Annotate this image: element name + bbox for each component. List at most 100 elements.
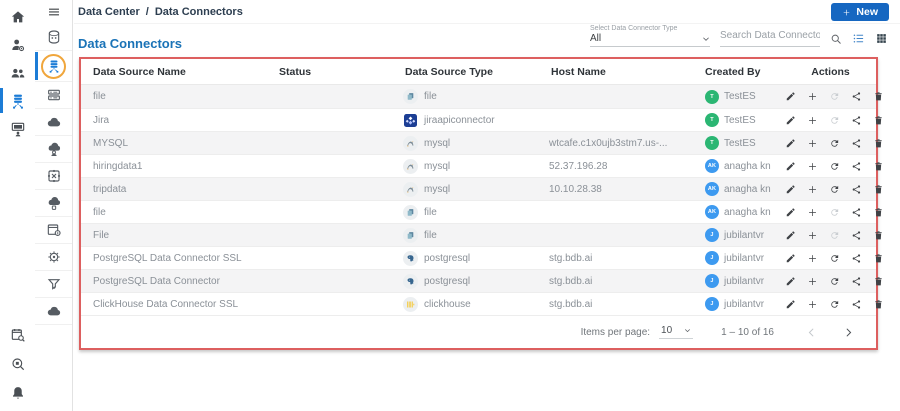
rail-item-cloud-service[interactable] bbox=[35, 109, 72, 136]
delete-icon[interactable] bbox=[873, 299, 884, 310]
sidebar-item-user-settings[interactable] bbox=[0, 34, 35, 55]
connector-type-select-label: Select Data Connector Type bbox=[590, 25, 678, 32]
refresh-icon[interactable] bbox=[829, 230, 840, 241]
share-icon[interactable] bbox=[851, 91, 862, 102]
share-icon[interactable] bbox=[851, 230, 862, 241]
data-connectors-table: Data Source Name Status Data Source Type… bbox=[79, 57, 878, 350]
sidebar-item-home[interactable] bbox=[0, 6, 35, 27]
edit-icon[interactable] bbox=[785, 253, 796, 264]
delete-icon[interactable] bbox=[873, 184, 884, 195]
refresh-icon[interactable] bbox=[829, 91, 840, 102]
breadcrumb-data-center[interactable]: Data Center bbox=[78, 6, 140, 18]
delete-icon[interactable] bbox=[873, 276, 884, 287]
delete-icon[interactable] bbox=[873, 161, 884, 172]
breadcrumb-data-connectors[interactable]: Data Connectors bbox=[155, 6, 243, 18]
table-row[interactable]: PostgreSQL Data Connector postgresql stg… bbox=[81, 269, 876, 292]
refresh-icon[interactable] bbox=[829, 161, 840, 172]
rail-item-data-pipelines[interactable] bbox=[35, 271, 72, 298]
delete-icon[interactable] bbox=[873, 230, 884, 241]
edit-icon[interactable] bbox=[785, 230, 796, 241]
list-view-icon[interactable] bbox=[852, 32, 865, 45]
edit-icon[interactable] bbox=[785, 207, 796, 218]
sidebar-item-audit-log[interactable] bbox=[0, 324, 35, 345]
add-icon[interactable] bbox=[807, 299, 818, 310]
refresh-icon[interactable] bbox=[829, 253, 840, 264]
share-icon[interactable] bbox=[851, 161, 862, 172]
rail-item-api-connectors[interactable] bbox=[35, 163, 72, 190]
refresh-icon[interactable] bbox=[829, 299, 840, 310]
rail-item-data-connectors[interactable] bbox=[35, 51, 72, 82]
delete-icon[interactable] bbox=[873, 207, 884, 218]
refresh-icon[interactable] bbox=[829, 276, 840, 287]
share-icon[interactable] bbox=[851, 138, 862, 149]
add-icon[interactable] bbox=[807, 184, 818, 195]
rail-item-data-sets[interactable] bbox=[35, 82, 72, 109]
db-face-icon bbox=[46, 29, 62, 45]
edit-icon[interactable] bbox=[785, 91, 796, 102]
table-row[interactable]: hiringdata1 mysql 52.37.196.28 AK anagha… bbox=[81, 154, 876, 177]
delete-icon[interactable] bbox=[873, 115, 884, 126]
table-row[interactable]: file file AK anagha kn bbox=[81, 200, 876, 223]
add-icon[interactable] bbox=[807, 253, 818, 264]
edit-icon[interactable] bbox=[785, 138, 796, 149]
rail-item-data-stores[interactable] bbox=[35, 24, 72, 51]
share-icon[interactable] bbox=[851, 115, 862, 126]
rail-item-cloud-storage[interactable] bbox=[35, 190, 72, 217]
row-actions bbox=[785, 207, 894, 218]
table-row[interactable]: MYSQL mysql wtcafe.c1x0ujb3stm7.us-... T… bbox=[81, 131, 876, 154]
rail-item-scheduler[interactable] bbox=[35, 217, 72, 244]
table-row[interactable]: tripdata mysql 10.10.28.38 AK anagha kn bbox=[81, 177, 876, 200]
share-icon[interactable] bbox=[851, 276, 862, 287]
edit-icon[interactable] bbox=[785, 299, 796, 310]
edit-icon[interactable] bbox=[785, 115, 796, 126]
share-icon[interactable] bbox=[851, 299, 862, 310]
add-icon[interactable] bbox=[807, 230, 818, 241]
grid-view-icon[interactable] bbox=[875, 32, 888, 45]
table-row[interactable]: File file J jubilantvr bbox=[81, 223, 876, 246]
share-icon[interactable] bbox=[851, 207, 862, 218]
sidebar-item-notifications[interactable] bbox=[0, 382, 35, 403]
rail-item-automation[interactable] bbox=[35, 244, 72, 271]
add-icon[interactable] bbox=[807, 115, 818, 126]
rail-item-cloud-users[interactable] bbox=[35, 136, 72, 163]
created-by-name: jubilantvr bbox=[724, 252, 765, 264]
sidebar-item-user-groups[interactable] bbox=[0, 62, 35, 83]
sidebar-item-admin-console[interactable] bbox=[0, 118, 35, 139]
rail-item-cloud-sync[interactable] bbox=[35, 298, 72, 325]
add-icon[interactable] bbox=[807, 138, 818, 149]
edit-icon[interactable] bbox=[785, 276, 796, 287]
search-input[interactable] bbox=[720, 30, 820, 41]
refresh-icon[interactable] bbox=[829, 115, 840, 126]
share-icon[interactable] bbox=[851, 184, 862, 195]
table-row[interactable]: ClickHouse Data Connector SSL clickhouse… bbox=[81, 292, 876, 315]
table-row[interactable]: Jira jiraapiconnector T TestES bbox=[81, 108, 876, 131]
data-source-type-cell: mysql bbox=[393, 158, 539, 174]
next-page-icon[interactable] bbox=[843, 327, 854, 338]
sidebar-item-data-center[interactable] bbox=[0, 88, 35, 113]
menu-toggle-button[interactable] bbox=[35, 0, 72, 24]
sidebar-item-search[interactable] bbox=[0, 353, 35, 374]
add-icon[interactable] bbox=[807, 207, 818, 218]
share-icon[interactable] bbox=[851, 253, 862, 264]
edit-icon[interactable] bbox=[785, 161, 796, 172]
add-icon[interactable] bbox=[807, 161, 818, 172]
delete-icon[interactable] bbox=[873, 253, 884, 264]
add-icon[interactable] bbox=[807, 91, 818, 102]
delete-icon[interactable] bbox=[873, 91, 884, 102]
search-icon[interactable] bbox=[830, 33, 842, 45]
search-field[interactable] bbox=[720, 25, 820, 47]
created-by-cell: AK anagha kn bbox=[689, 205, 785, 219]
previous-page-icon[interactable] bbox=[806, 327, 817, 338]
items-per-page-select[interactable]: 10 bbox=[659, 325, 694, 339]
connector-type-select[interactable]: Select Data Connector Type All bbox=[590, 25, 710, 47]
refresh-icon[interactable] bbox=[829, 138, 840, 149]
table-row[interactable]: PostgreSQL Data Connector SSL postgresql… bbox=[81, 246, 876, 269]
row-actions bbox=[785, 184, 894, 195]
refresh-icon[interactable] bbox=[829, 207, 840, 218]
table-row[interactable]: file file T TestES bbox=[81, 85, 876, 108]
edit-icon[interactable] bbox=[785, 184, 796, 195]
refresh-icon[interactable] bbox=[829, 184, 840, 195]
add-icon[interactable] bbox=[807, 276, 818, 287]
delete-icon[interactable] bbox=[873, 138, 884, 149]
new-button[interactable]: New bbox=[831, 3, 889, 21]
